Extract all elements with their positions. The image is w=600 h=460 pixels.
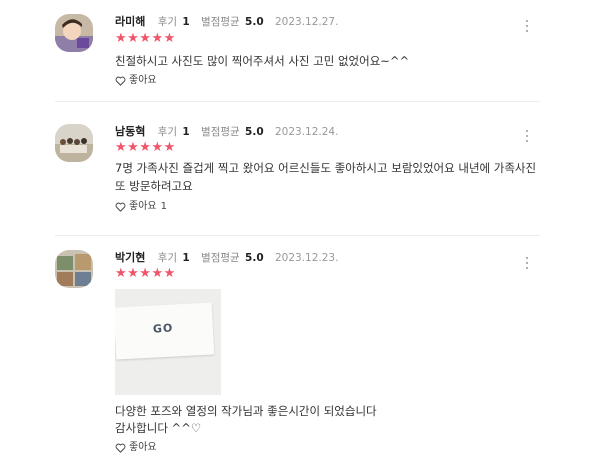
heart-outline-icon [115,76,126,86]
rating-avg-label: 별점평균 [201,16,240,28]
avatar[interactable] [55,14,93,52]
reviewer-name[interactable]: 남동혁 [115,125,145,138]
review-count: 1 [182,16,190,28]
review-meta: 남동혁 후기 1 별점평균 5.0 2023.12.24. [115,125,338,139]
review-count: 1 [182,126,190,138]
like-button[interactable]: 좋아요 [115,442,157,454]
star-rating: ★★★★★ [115,266,176,281]
review-text-line-1: 다양한 포즈와 열정의 작가님과 좋은시간이 되었습니다 [115,404,377,418]
review-count-label: 후기 [157,126,178,138]
reviewer-name[interactable]: 박기현 [115,251,145,264]
like-label: 좋아요 [129,75,157,86]
star-rating: ★★★★★ [115,140,176,155]
like-label: 좋아요 [129,201,157,212]
review-photo[interactable]: GO [115,289,221,395]
like-button[interactable]: 좋아요 [115,75,157,87]
rating-avg-label: 별점평균 [201,252,240,264]
avatar[interactable] [55,124,93,162]
review-date: 2023.12.24. [274,126,339,138]
more-vertical-icon[interactable] [523,20,531,35]
review-count-label: 후기 [157,252,178,264]
review-text-line-2: 감사합니다 ^^♡ [115,421,202,435]
rating-avg: 5.0 [245,16,264,28]
heart-outline-icon [115,443,126,453]
like-label: 좋아요 [129,442,157,453]
review-count-label: 후기 [157,16,178,28]
rating-avg: 5.0 [245,252,264,264]
review-date: 2023.12.27. [274,16,339,28]
rating-avg: 5.0 [245,126,264,138]
reviewer-name[interactable]: 라미해 [115,15,145,28]
star-rating: ★★★★★ [115,31,176,46]
review-text: 7명 가족사진 즐겁게 찍고 왔어요 어르신들도 좋아하시고 보람있었어요 내년… [115,161,537,193]
review-count: 1 [182,252,190,264]
review-date: 2023.12.23. [274,252,339,264]
review-meta: 박기현 후기 1 별점평균 5.0 2023.12.23. [115,251,338,265]
avatar[interactable] [55,250,93,288]
review-meta: 라미해 후기 1 별점평균 5.0 2023.12.27. [115,15,338,29]
review-text: 친절하시고 사진도 많이 찍어주셔서 사진 고민 없었어요~^^ [115,54,410,68]
rating-avg-label: 별점평균 [201,126,240,138]
divider [55,235,540,236]
photo-logo-text: GO [152,321,174,336]
like-count: 1 [160,201,167,212]
more-vertical-icon[interactable] [523,130,531,145]
business-card-image: GO [115,302,215,360]
divider [55,101,540,102]
more-vertical-icon[interactable] [523,257,531,272]
heart-outline-icon [115,202,126,212]
like-button[interactable]: 좋아요 1 [115,201,167,213]
